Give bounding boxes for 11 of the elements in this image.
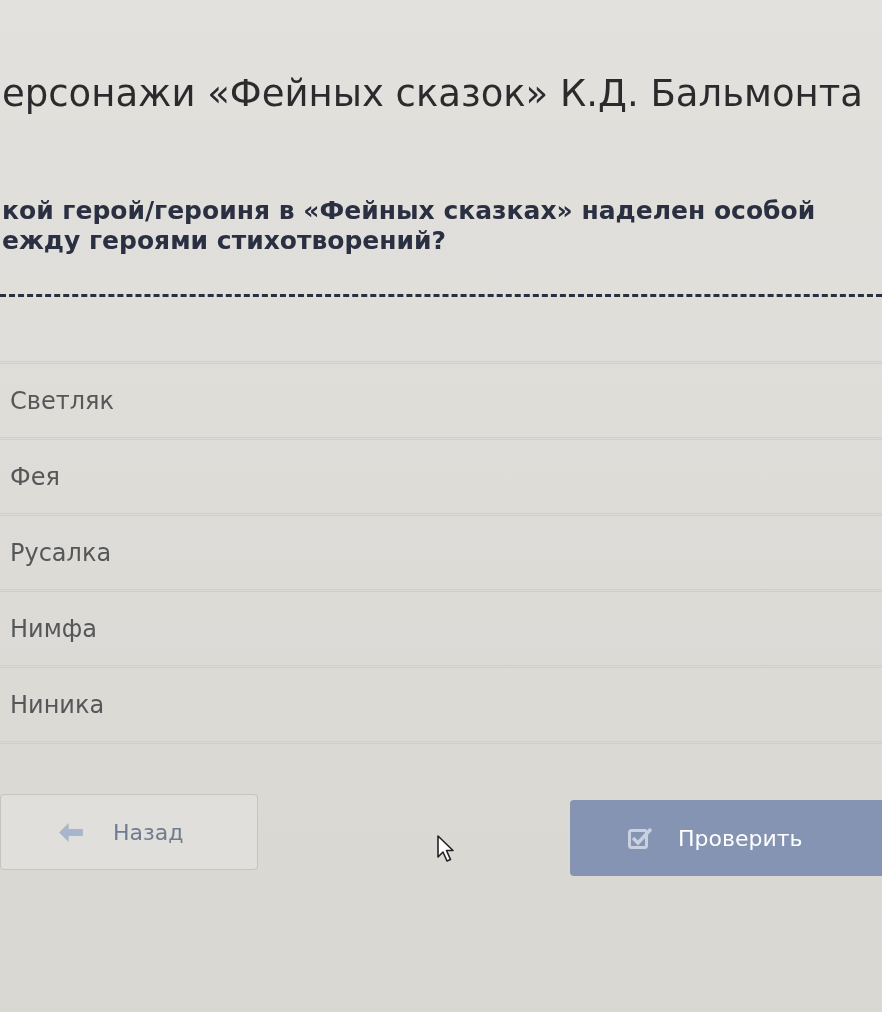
answer-option[interactable]: Светляк xyxy=(0,364,882,440)
answer-option[interactable]: Ниника xyxy=(0,668,882,744)
answer-option[interactable]: Русалка xyxy=(0,516,882,592)
page-title: ерсонажи «Фейных сказок» К.Д. Бальмонта xyxy=(1,71,864,117)
checkbox-tick-icon xyxy=(628,827,652,849)
arrow-left-icon xyxy=(59,822,83,842)
mouse-pointer-icon xyxy=(437,835,457,863)
answer-option[interactable]: Нимфа xyxy=(0,592,882,668)
question-text: ежду героями стихотворений? xyxy=(1,226,448,256)
question-text: кой герой/героиня в «Фейных сказках» наделен особой xyxy=(1,196,817,226)
answer-option[interactable]: Фея xyxy=(0,440,882,516)
